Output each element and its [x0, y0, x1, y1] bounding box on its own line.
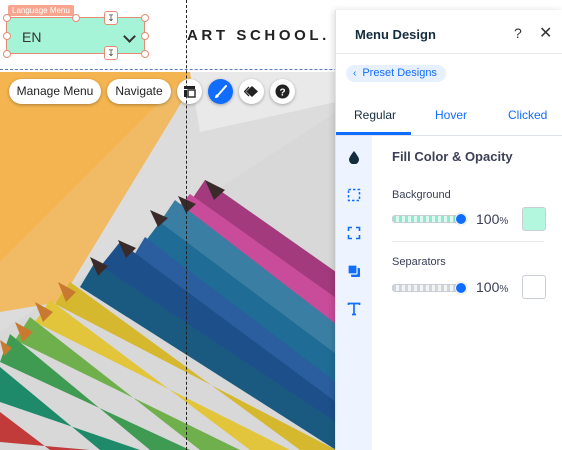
- active-tab-indicator: [336, 132, 411, 135]
- animation-icon: [244, 86, 258, 97]
- header-divider: [336, 53, 562, 54]
- preset-designs-label: Preset Designs: [362, 67, 437, 79]
- text-icon[interactable]: [345, 300, 363, 318]
- tab-hover[interactable]: Hover: [435, 108, 467, 122]
- language-menu-tag: Language Menu: [8, 5, 74, 16]
- shadow-icon[interactable]: [345, 262, 363, 280]
- background-color-swatch[interactable]: [522, 207, 546, 231]
- layout-button[interactable]: [177, 79, 202, 104]
- background-label: Background: [392, 189, 451, 201]
- navigate-button[interactable]: Navigate: [107, 79, 171, 104]
- close-icon[interactable]: ✕: [539, 23, 552, 43]
- tab-regular[interactable]: Regular: [354, 108, 396, 122]
- panel-help-icon[interactable]: ?: [514, 25, 522, 41]
- corners-icon[interactable]: [345, 224, 363, 242]
- separators-color-swatch[interactable]: [522, 275, 546, 299]
- panel-title: Menu Design: [355, 27, 436, 42]
- tab-clicked[interactable]: Clicked: [508, 108, 547, 122]
- chevron-left-icon: ‹: [353, 68, 357, 79]
- layout-icon: [184, 86, 196, 98]
- state-tabs: Regular Hover Clicked: [336, 100, 562, 136]
- fill-drop-icon[interactable]: [345, 148, 363, 166]
- language-menu[interactable]: EN: [6, 17, 145, 54]
- resize-handle-ml[interactable]: [3, 32, 11, 40]
- design-button[interactable]: [208, 79, 233, 104]
- site-logo: ART SCHOOL.: [187, 27, 330, 44]
- svg-text:?: ?: [279, 88, 285, 99]
- resize-handle-mr[interactable]: [141, 32, 149, 40]
- language-menu-value: EN: [22, 29, 42, 45]
- menu-design-panel: Menu Design ? ✕ ‹ Preset Designs Regular …: [335, 10, 562, 450]
- design-sidebar: [336, 136, 372, 450]
- stretch-handle-top[interactable]: ↧: [104, 11, 118, 25]
- slider-thumb[interactable]: [455, 282, 467, 294]
- background-opacity-slider[interactable]: [392, 213, 467, 225]
- separators-opacity-slider[interactable]: [392, 282, 467, 294]
- manage-menu-button[interactable]: Manage Menu: [9, 79, 101, 104]
- resize-handle-tm[interactable]: [72, 14, 80, 22]
- stretch-handle-bottom[interactable]: ↧: [104, 46, 118, 60]
- separators-label: Separators: [392, 256, 446, 268]
- design-brush-icon: [214, 84, 227, 98]
- animation-button[interactable]: [239, 79, 264, 104]
- slider-thumb[interactable]: [455, 213, 467, 225]
- slider-fill: [393, 216, 463, 222]
- slider-fill: [393, 285, 463, 291]
- vertical-guide-line: [186, 0, 187, 450]
- chevron-down-icon: [123, 30, 136, 43]
- resize-handle-tr[interactable]: [141, 14, 149, 22]
- help-button[interactable]: ?: [270, 79, 295, 104]
- section-title: Fill Color & Opacity: [392, 149, 513, 164]
- editor-canvas: ART SCHOOL. Language Menu EN ↧ ↧ Manage …: [0, 0, 562, 450]
- help-icon: ?: [275, 84, 290, 99]
- border-icon[interactable]: [345, 186, 363, 204]
- pencils-photo: [0, 72, 336, 450]
- background-opacity-value: 100%: [476, 211, 509, 227]
- resize-handle-tl[interactable]: [3, 14, 11, 22]
- preset-designs-button[interactable]: ‹ Preset Designs: [346, 65, 446, 82]
- separators-opacity-value: 100%: [476, 279, 509, 295]
- resize-handle-bl[interactable]: [3, 50, 11, 58]
- resize-handle-br[interactable]: [141, 50, 149, 58]
- row-divider: [392, 241, 544, 242]
